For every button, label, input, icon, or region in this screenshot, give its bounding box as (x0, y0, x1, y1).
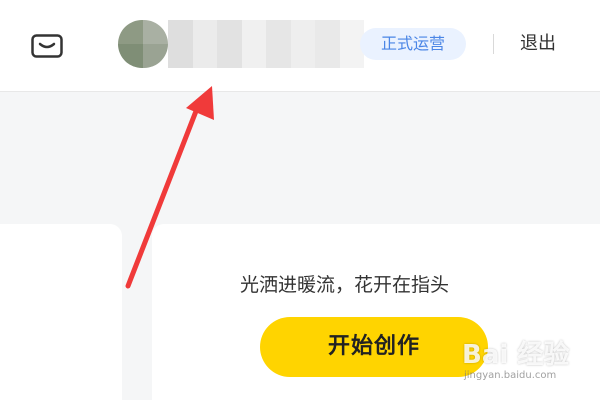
username-blurred (168, 20, 364, 68)
watermark-url: jingyan.baidu.com (464, 370, 557, 381)
watermark-logo: Bai 经验 (462, 340, 570, 370)
slogan-text: 光洒进暖流，花开在指头 (240, 274, 450, 296)
baidu-watermark: Bai 经验 jingyan.baidu.com (462, 330, 594, 396)
start-creating-button[interactable]: 开始创作 (260, 317, 488, 377)
status-badge: 正式运营 (360, 28, 466, 60)
mail-icon (31, 34, 63, 58)
page: 正式运营 退出 光洒进暖流，花开在指头 开始创作 Bai 经验 jingyan.… (0, 0, 600, 400)
header-divider (493, 34, 494, 54)
top-header: 正式运营 退出 (0, 0, 600, 92)
mail-button[interactable] (30, 33, 64, 59)
left-card (0, 224, 122, 400)
logout-link[interactable]: 退出 (520, 32, 556, 56)
avatar[interactable] (118, 20, 168, 68)
